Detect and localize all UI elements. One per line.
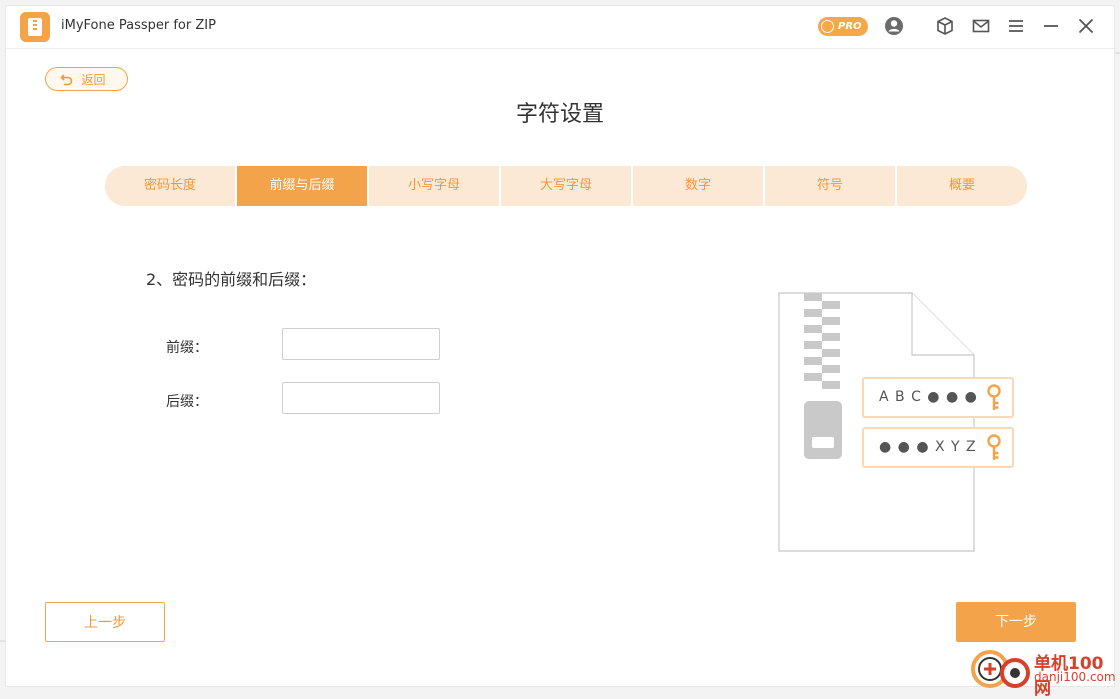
section-title: 2、密码的前缀和后缀： — [146, 270, 317, 289]
zip-file-illustration — [778, 292, 975, 552]
next-step-button[interactable]: 下一步 — [956, 602, 1076, 642]
title-bar: iMyFone Passper for ZIP PRO — [6, 6, 1114, 49]
prefix-input[interactable] — [282, 328, 440, 360]
mail-icon[interactable] — [971, 16, 991, 36]
page-title: 字符设置 — [515, 102, 604, 127]
tab-numbers[interactable]: 数字 — [633, 166, 765, 206]
tab-symbols[interactable]: 符号 — [765, 166, 897, 206]
tab-summary[interactable]: 概要 — [897, 166, 1027, 206]
tab-lowercase[interactable]: 小写字母 — [369, 166, 501, 206]
prefix-label: 前缀： — [166, 340, 208, 356]
app-window: iMyFone Passper for ZIP PRO 返回 字符设置 密码长度… — [5, 5, 1115, 687]
watermark: 单机100网 danji100.com — [968, 648, 1118, 699]
back-button[interactable]: 返回 — [45, 67, 128, 91]
app-logo-icon — [20, 12, 50, 42]
suffix-label: 后缀： — [166, 394, 208, 410]
account-icon[interactable] — [884, 16, 904, 36]
card1-text: A B C ● ● ● — [879, 389, 978, 405]
pro-badge[interactable]: PRO — [818, 17, 868, 36]
card2-text: ● ● ● X Y Z — [879, 439, 977, 455]
background-strip — [1115, 52, 1120, 54]
box-icon[interactable] — [935, 16, 955, 36]
password-card-1: A B C ● ● ● — [862, 377, 1014, 418]
tab-password-length[interactable]: 密码长度 — [105, 166, 237, 206]
back-arrow-icon — [60, 74, 73, 86]
previous-step-button[interactable]: 上一步 — [45, 602, 165, 642]
menu-icon[interactable] — [1006, 16, 1026, 36]
minimize-icon[interactable] — [1041, 16, 1061, 36]
key-icon — [987, 434, 1001, 460]
key-icon — [987, 384, 1001, 410]
back-label: 返回 — [81, 73, 106, 87]
tab-prefix-suffix[interactable]: 前缀与后缀 — [237, 166, 369, 206]
suffix-input[interactable] — [282, 382, 440, 414]
watermark-url: danji100.com — [1034, 670, 1116, 684]
app-title: iMyFone Passper for ZIP — [61, 18, 216, 33]
password-card-2: ● ● ● X Y Z — [862, 427, 1014, 468]
watermark-logo-icon — [971, 650, 1030, 688]
close-icon[interactable] — [1076, 16, 1096, 36]
tab-uppercase[interactable]: 大写字母 — [501, 166, 633, 206]
step-tabs: 密码长度 前缀与后缀 小写字母 大写字母 数字 符号 概要 — [105, 166, 1027, 206]
